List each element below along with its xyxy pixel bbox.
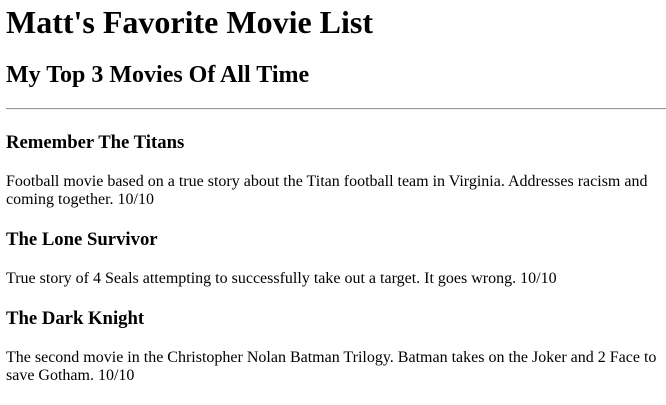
horizontal-divider: [6, 108, 666, 110]
movie-title: The Dark Knight: [6, 308, 145, 329]
movie-description: True story of 4 Seals attempting to succ…: [6, 270, 557, 287]
movie-description: The second movie in the Christopher Nola…: [6, 349, 657, 384]
movie-entry: Remember The Titans Football movie based…: [6, 132, 660, 209]
page-title: Matt's Favorite Movie List: [6, 4, 373, 40]
movie-entry: The Lone Survivor True story of 4 Seals …: [6, 229, 660, 288]
page-subtitle: My Top 3 Movies Of All Time: [6, 62, 310, 88]
movie-title: The Lone Survivor: [6, 229, 158, 250]
movie-entry: The Dark Knight The second movie in the …: [6, 308, 660, 385]
movie-title: Remember The Titans: [6, 132, 185, 153]
movie-description: Football movie based on a true story abo…: [6, 173, 648, 208]
